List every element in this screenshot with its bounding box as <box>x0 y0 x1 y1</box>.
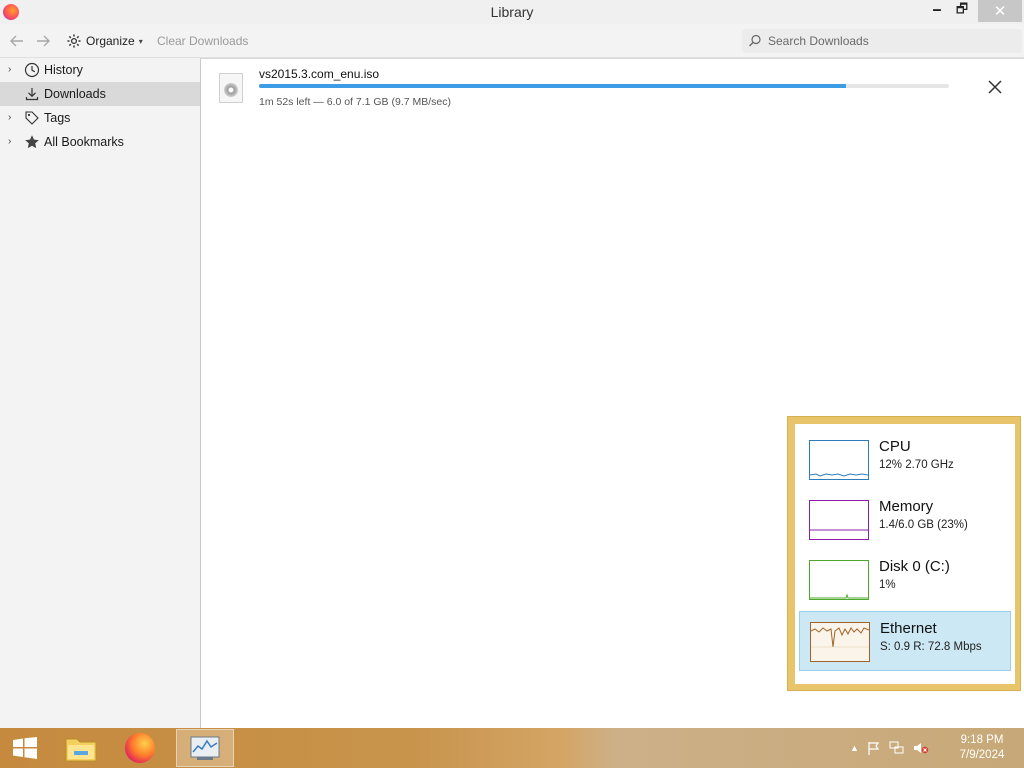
chevron-down-icon: ▾ <box>138 36 143 46</box>
file-explorer-taskbar-button[interactable] <box>54 729 108 767</box>
close-icon <box>988 80 1002 94</box>
sidebar-item-history[interactable]: › History <box>0 58 200 82</box>
sidebar: › History Downloads › Tags › All Bookmar… <box>0 58 200 728</box>
sidebar-item-all-bookmarks[interactable]: › All Bookmarks <box>0 130 200 154</box>
performance-widget: CPU 12% 2.70 GHz Memory 1.4/6.0 GB (23%)… <box>787 416 1021 691</box>
perf-item-value: 1% <box>879 579 896 591</box>
perf-item-cpu[interactable]: CPU 12% 2.70 GHz <box>799 430 1011 490</box>
network-icon[interactable] <box>889 741 905 755</box>
perf-item-value: 12% 2.70 GHz <box>879 459 954 471</box>
perf-item-disk[interactable]: Disk 0 (C:) 1% <box>799 550 1011 610</box>
perf-item-memory[interactable]: Memory 1.4/6.0 GB (23%) <box>799 490 1011 550</box>
title-bar[interactable]: Library 🗕 🗗 ✕ <box>0 0 1024 24</box>
close-button[interactable]: ✕ <box>978 0 1022 22</box>
perf-item-name: CPU <box>879 438 911 455</box>
organize-label: Organize <box>86 34 135 48</box>
perf-item-value: 1.4/6.0 GB (23%) <box>879 519 968 531</box>
sidebar-item-label: Tags <box>44 111 71 125</box>
sidebar-item-label: History <box>44 63 83 77</box>
minimize-button[interactable]: 🗕 <box>924 0 950 22</box>
task-manager-icon <box>190 736 220 760</box>
chevron-right-icon[interactable]: › <box>8 136 18 148</box>
sidebar-item-tags[interactable]: › Tags <box>0 106 200 130</box>
download-filename: vs2015.3.com_enu.iso <box>259 67 380 81</box>
tag-icon <box>25 111 39 125</box>
ethernet-graph-line <box>810 627 870 648</box>
gear-icon <box>67 34 81 48</box>
perf-item-value: S: 0.9 R: 72.8 Mbps <box>880 641 982 653</box>
windows-logo-icon <box>13 737 37 759</box>
sidebar-item-downloads[interactable]: Downloads <box>0 82 200 106</box>
arrow-right-icon <box>37 35 50 47</box>
memory-graph <box>809 500 869 540</box>
cancel-download-button[interactable] <box>985 77 1005 97</box>
clock-date: 7/9/2024 <box>959 749 1005 761</box>
start-button[interactable] <box>12 737 38 759</box>
file-icon <box>219 73 243 103</box>
task-manager-taskbar-button[interactable] <box>176 729 234 767</box>
arrow-left-icon <box>10 35 23 47</box>
back-button[interactable] <box>7 31 27 51</box>
disk-graph <box>809 560 869 600</box>
clock[interactable]: 9:18 PM 7/9/2024 <box>952 733 1012 763</box>
flag-icon[interactable] <box>867 741 881 755</box>
disc-icon <box>224 83 238 97</box>
clock-time: 9:18 PM <box>960 734 1004 746</box>
window-title: Library <box>490 4 534 20</box>
firefox-icon <box>125 733 155 763</box>
search-icon <box>749 34 761 47</box>
clear-downloads-button[interactable]: Clear Downloads <box>157 34 248 48</box>
system-tray: ▲ <box>850 738 929 758</box>
perf-item-name: Ethernet <box>880 620 937 637</box>
taskbar: ▲ 9:18 PM 7/9/2024 <box>0 728 1024 768</box>
progress-fill <box>259 84 846 88</box>
folder-icon <box>65 738 97 762</box>
performance-list: CPU 12% 2.70 GHz Memory 1.4/6.0 GB (23%)… <box>795 424 1015 684</box>
sidebar-item-label: All Bookmarks <box>44 135 124 149</box>
chevron-up-icon[interactable]: ▲ <box>850 743 859 753</box>
chevron-right-icon[interactable]: › <box>8 64 18 76</box>
organize-button[interactable]: Organize ▾ <box>66 31 143 51</box>
firefox-taskbar-button[interactable] <box>113 729 167 767</box>
memory-graph-line <box>810 529 868 531</box>
volume-muted-icon[interactable] <box>913 741 929 755</box>
list-item[interactable]: vs2015.3.com_enu.iso 1m 52s left — 6.0 o… <box>201 59 1024 119</box>
restore-button[interactable]: 🗗 <box>950 0 974 22</box>
perf-item-name: Disk 0 (C:) <box>879 558 950 575</box>
download-progress-bar <box>259 84 949 88</box>
search-input[interactable] <box>768 34 1008 48</box>
cpu-graph-line <box>809 473 869 477</box>
toolbar: Organize ▾ Clear Downloads <box>0 24 1024 58</box>
cpu-graph <box>809 440 869 480</box>
perf-item-ethernet[interactable]: Ethernet S: 0.9 R: 72.8 Mbps <box>799 611 1011 671</box>
perf-item-name: Memory <box>879 498 934 515</box>
ethernet-graph <box>810 622 870 662</box>
sidebar-item-label: Downloads <box>44 87 106 101</box>
search-box[interactable] <box>742 29 1022 53</box>
star-icon <box>25 135 39 149</box>
disk-graph-line <box>810 593 868 599</box>
chevron-right-icon[interactable]: › <box>8 112 18 124</box>
download-status: 1m 52s left — 6.0 of 7.1 GB (9.7 MB/sec) <box>259 96 451 108</box>
forward-button[interactable] <box>33 31 53 51</box>
clock-icon <box>24 62 40 78</box>
download-icon <box>25 88 39 101</box>
